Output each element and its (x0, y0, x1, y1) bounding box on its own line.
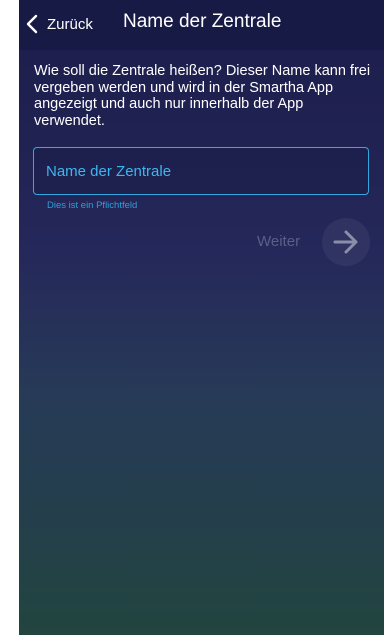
name-input[interactable] (46, 148, 356, 194)
next-button[interactable] (322, 218, 370, 266)
back-label: Zurück (47, 15, 93, 33)
back-button[interactable]: Zurück (25, 8, 93, 40)
page-title: Name der Zentrale (123, 11, 282, 32)
next-label[interactable]: Weiter (257, 233, 300, 250)
description-text: Wie soll die Zentrale heißen? Dieser Nam… (34, 63, 371, 129)
required-field-hint: Dies ist ein Pflichtfeld (47, 200, 138, 211)
chevron-left-icon (25, 14, 41, 34)
name-field (33, 147, 369, 195)
app-bar: Zurück Name der Zentrale (19, 0, 384, 50)
arrow-right-icon (333, 230, 358, 254)
screen: Zurück Name der Zentrale Wie soll die Ze… (19, 0, 384, 635)
